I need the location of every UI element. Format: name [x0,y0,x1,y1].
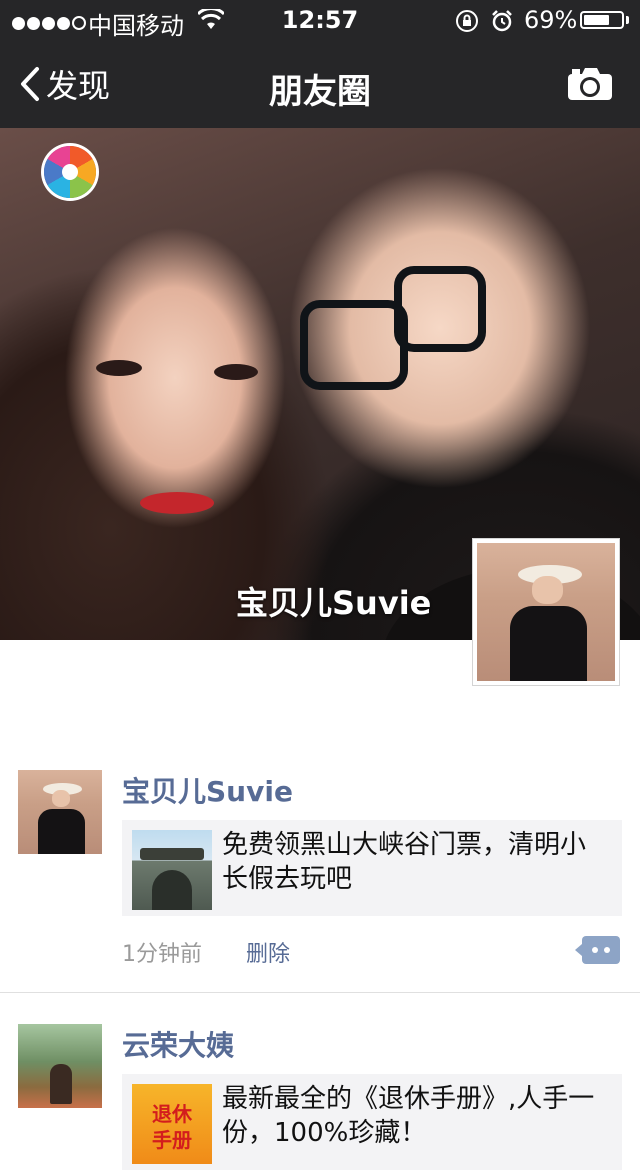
thumb-text: 手册 [152,1128,192,1152]
share-thumbnail: 退休 手册 [132,1084,212,1164]
top-bar: 中国移动 12:57 69% 发现 朋友圈 [0,0,640,128]
share-title: 免费领黑山大峡谷门票，清明小长假去玩吧 [222,830,587,894]
battery-tip [626,16,629,24]
profile-name: 宝贝儿Suvie [236,584,432,622]
page-title: 朋友圈 [269,72,371,112]
thumb-text: 退休 [152,1102,192,1126]
post-time: 1分钟前 [122,942,202,967]
delete-link[interactable]: 删除 [246,936,290,968]
share-title: 最新最全的《退休手册》,人手一份，100%珍藏！ [222,1084,595,1148]
status-bar: 中国移动 12:57 69% [0,0,640,40]
avatar[interactable] [18,1024,102,1108]
share-thumbnail [132,830,212,910]
battery-percent: 69% [524,6,578,34]
comment-icon[interactable] [575,936,620,964]
camera-icon[interactable] [566,66,614,102]
alarm-icon [492,10,512,32]
shared-link-card[interactable]: 退休 手册 最新最全的《退休手册》,人手一份，100%珍藏！ [122,1074,622,1170]
profile-avatar[interactable] [472,538,620,686]
shared-link-card[interactable]: 免费领黑山大峡谷门票，清明小长假去玩吧 [122,820,622,916]
battery-icon [580,11,624,29]
divider [0,992,640,993]
rotation-lock-icon [456,10,478,32]
avatar[interactable] [18,770,102,854]
aperture-logo-icon [44,146,96,198]
post-author[interactable]: 宝贝儿Suvie [122,770,293,810]
post-author[interactable]: 云荣大姨 [122,1024,234,1064]
